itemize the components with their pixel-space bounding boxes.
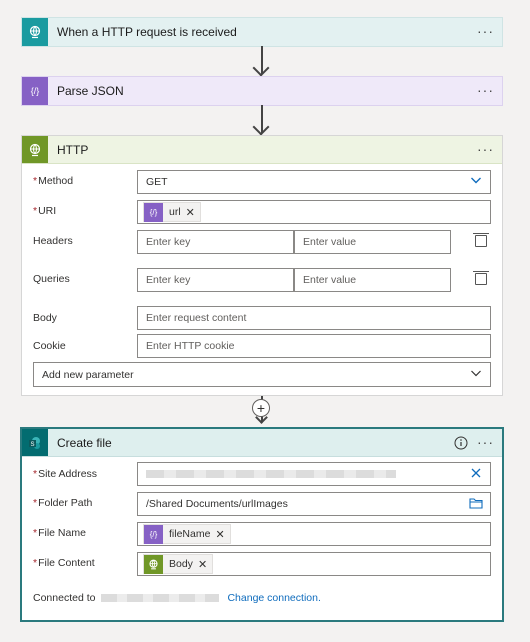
connector-arrow xyxy=(252,59,270,77)
braces-icon: {/} xyxy=(144,524,163,544)
file-content-field[interactable]: Body ✕ xyxy=(137,552,491,576)
trigger-card[interactable]: When a HTTP request is received ··· xyxy=(21,17,503,47)
clear-icon[interactable] xyxy=(470,467,482,482)
globe-icon xyxy=(22,136,48,163)
headers-label: Headers xyxy=(33,235,73,247)
parse-json-title: Parse JSON xyxy=(57,84,124,98)
file-name-label: *File Name xyxy=(33,527,86,539)
file-name-field[interactable]: {/} fileName ✕ xyxy=(137,522,491,546)
delete-icon[interactable] xyxy=(473,271,489,285)
filename-token[interactable]: {/} fileName ✕ xyxy=(143,524,231,544)
uri-label: *URI xyxy=(33,205,57,217)
remove-token-icon[interactable]: ✕ xyxy=(186,206,195,219)
queries-value-input[interactable]: Enter value xyxy=(294,268,451,292)
body-input[interactable]: Enter request content xyxy=(137,306,491,330)
http-title: HTTP xyxy=(57,142,89,157)
file-content-label: *File Content xyxy=(33,557,95,569)
redacted-account xyxy=(101,594,220,602)
add-parameter-dropdown[interactable]: Add new parameter xyxy=(33,362,491,387)
globe-icon xyxy=(22,18,48,46)
queries-key-input[interactable]: Enter key xyxy=(137,268,294,292)
parse-json-card[interactable]: {/} Parse JSON ··· xyxy=(21,76,503,106)
queries-label: Queries xyxy=(33,273,70,285)
folder-icon[interactable] xyxy=(469,497,483,512)
headers-value-input[interactable]: Enter value xyxy=(294,230,451,254)
sharepoint-icon: S xyxy=(22,429,48,456)
folder-path-label: *Folder Path xyxy=(33,497,93,509)
method-dropdown[interactable]: GET xyxy=(137,170,491,194)
uri-field[interactable]: {/} url ✕ xyxy=(137,200,491,224)
chevron-down-icon xyxy=(470,174,482,189)
more-options-icon[interactable]: ··· xyxy=(477,23,494,39)
info-icon[interactable] xyxy=(454,436,468,453)
connector-arrow xyxy=(252,118,270,136)
connection-info: Connected to Change connection. xyxy=(33,592,321,604)
http-card: HTTP ··· *Method GET *URI {/} url ✕ Head… xyxy=(21,135,503,396)
cookie-input[interactable]: Enter HTTP cookie xyxy=(137,334,491,358)
site-address-label: *Site Address xyxy=(33,468,98,480)
chevron-down-icon xyxy=(470,367,482,382)
headers-key-input[interactable]: Enter key xyxy=(137,230,294,254)
svg-text:S: S xyxy=(30,442,34,448)
redacted-site-address xyxy=(146,470,396,478)
url-token[interactable]: {/} url ✕ xyxy=(143,202,201,222)
remove-token-icon[interactable]: ✕ xyxy=(198,558,207,571)
globe-icon xyxy=(144,554,163,574)
body-token[interactable]: Body ✕ xyxy=(143,554,214,574)
folder-path-field[interactable]: /Shared Documents/urlImages xyxy=(137,492,491,516)
more-options-icon[interactable]: ··· xyxy=(477,434,494,450)
site-address-field[interactable] xyxy=(137,462,491,486)
connected-to-label: Connected to xyxy=(33,592,96,604)
create-file-card: S Create file ··· *Site Address *Folder … xyxy=(21,428,503,621)
change-connection-link[interactable]: Change connection. xyxy=(227,592,320,604)
trigger-title: When a HTTP request is received xyxy=(57,25,237,39)
create-file-title: Create file xyxy=(57,435,112,450)
braces-icon: {/} xyxy=(144,202,163,222)
method-label: *Method xyxy=(33,175,74,187)
more-options-icon[interactable]: ··· xyxy=(477,82,494,98)
braces-icon: {/} xyxy=(22,77,48,105)
delete-icon[interactable] xyxy=(473,233,489,247)
more-options-icon[interactable]: ··· xyxy=(477,141,494,157)
remove-token-icon[interactable]: ✕ xyxy=(215,528,224,541)
body-label: Body xyxy=(33,312,57,324)
cookie-label: Cookie xyxy=(33,340,66,352)
